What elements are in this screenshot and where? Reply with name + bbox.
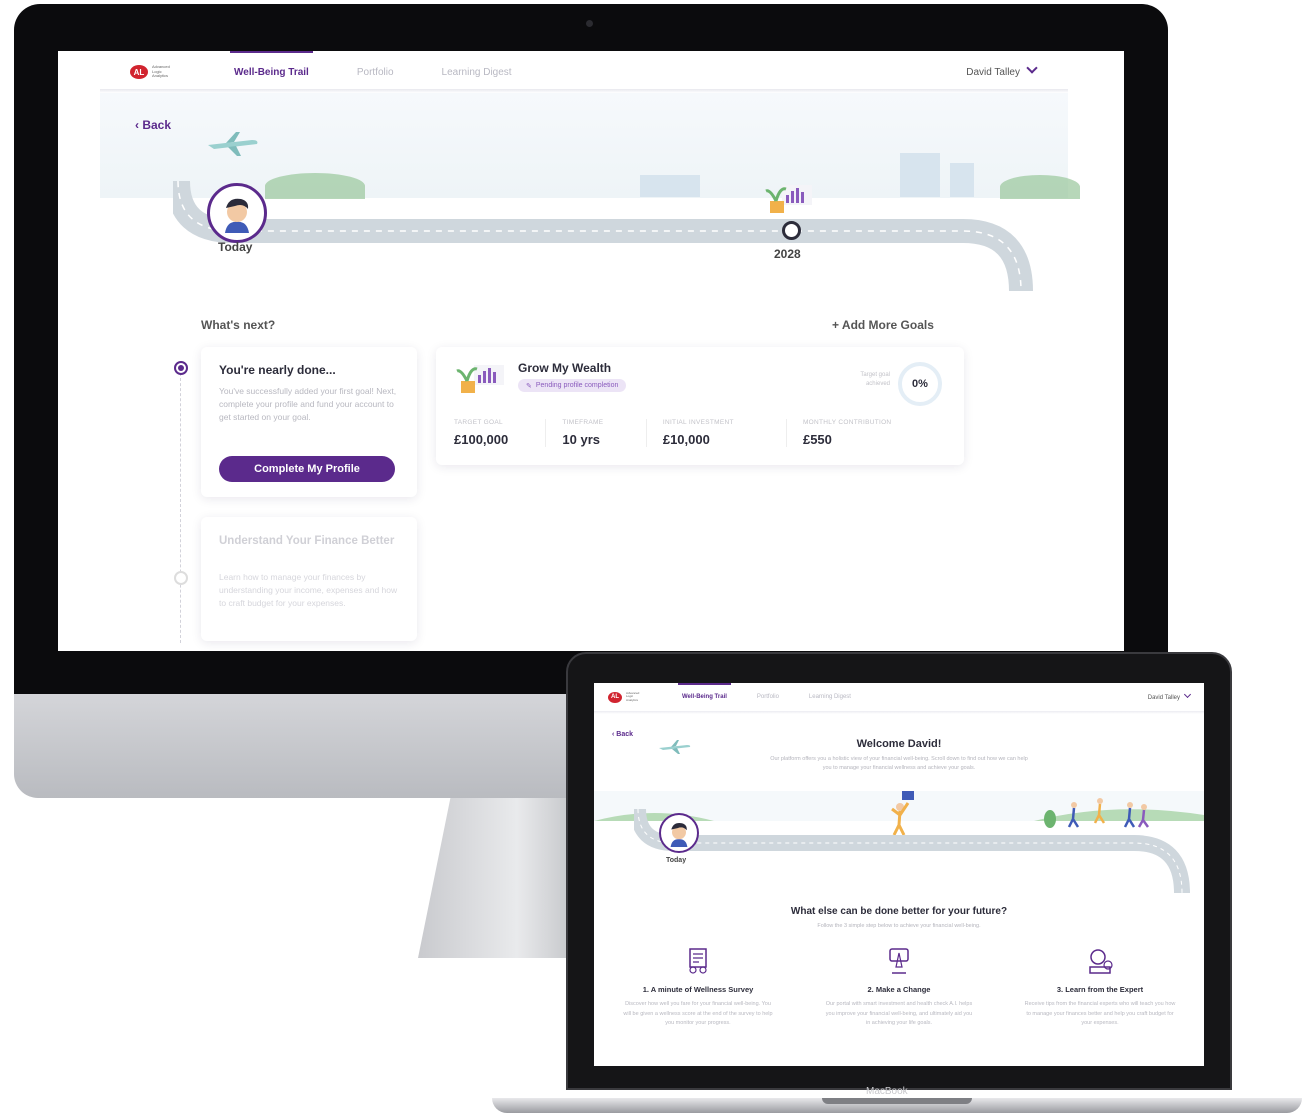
camera (586, 20, 593, 27)
stat-label: TIMEFRAME (562, 419, 604, 426)
step-dot-active (174, 361, 188, 375)
expert-icon (1089, 949, 1113, 974)
back-label: Back (616, 731, 634, 738)
stat-label: TARGET GOAL (454, 419, 503, 426)
nav-divider (594, 711, 1204, 714)
top-nav: AL Advanced Logic Analytics Well-Being T… (608, 683, 1198, 711)
user-name: David Talley (966, 67, 1020, 78)
user-menu[interactable]: David Talley (966, 62, 1038, 78)
section-subtitle: Follow the 3 simple step below to achiev… (817, 923, 981, 929)
milestone-year: 2028 (774, 247, 801, 261)
section-title: What else can be done better for your fu… (790, 906, 1008, 917)
achieved-label: Target goal achieved (860, 372, 890, 387)
status-text: Pending profile completion (535, 382, 619, 389)
feature-icon-wrap (1020, 945, 1180, 975)
logo-mark: AL (130, 65, 148, 79)
tab-portfolio[interactable]: Portfolio (357, 67, 394, 78)
stat-target-goal: TARGET GOAL £100,000 (454, 419, 547, 447)
milestone-marker[interactable] (782, 221, 801, 240)
stat-initial-investment: INITIAL INVESTMENT £10,000 (663, 419, 787, 447)
edit-icon: ✎ (526, 382, 532, 390)
goal-card[interactable]: Grow My Wealth ✎ Pending profile complet… (436, 347, 964, 465)
change-icon (889, 948, 909, 974)
progress-ring: 0% (898, 362, 942, 406)
logo[interactable]: AL Advanced Logic Analytics (608, 691, 642, 703)
feature-learn-from-expert[interactable]: 3. Learn from the Expert Receive tips fr… (1020, 945, 1180, 1029)
today-label: Today (666, 857, 687, 864)
feature-icon-wrap (819, 945, 979, 975)
progress-value: 0% (912, 378, 928, 390)
feature-title: 2. Make a Change (867, 985, 931, 994)
logo-mark: AL (608, 691, 622, 703)
person-avatar-icon (670, 822, 688, 847)
whats-next-heading: What's next? (201, 318, 276, 332)
feature-title: 3. Learn from the Expert (1056, 985, 1144, 994)
add-more-goals-button[interactable]: + Add More Goals (832, 318, 934, 332)
trail-road (173, 181, 1033, 292)
stat-value: 10 yrs (562, 432, 600, 447)
feature-title: 1. A minute of Wellness Survey (642, 985, 754, 994)
goal-title: Grow My Wealth (518, 361, 612, 375)
stat-value: £550 (802, 432, 832, 447)
feature-body: Our portal with smart investment and hea… (825, 1001, 973, 1026)
back-link[interactable]: ‹ Back (612, 731, 633, 738)
desktop-screen: AL Advanced Logic Analytics Well-Being T… (58, 51, 1124, 651)
tab-learning-digest[interactable]: Learning Digest (809, 694, 851, 700)
step-body: Learn how to manage your finances by und… (219, 572, 398, 608)
goal-chart-icon (765, 185, 812, 213)
laptop-screen: AL Advanced Logic Analytics Well-Being T… (594, 683, 1204, 1066)
stat-label: MONTHLY CONTRIBUTION (802, 419, 892, 426)
back-label: Back (142, 118, 172, 132)
step-dot-inactive (174, 571, 188, 585)
stat-label: INITIAL INVESTMENT (662, 419, 734, 426)
step-body: You've successfully added your first goa… (219, 386, 397, 422)
feature-icon-wrap (618, 945, 778, 975)
logo-text: Advanced Logic Analytics (152, 64, 170, 79)
tab-well-being-trail[interactable]: Well-Being Trail (230, 51, 313, 78)
trail-road (634, 809, 1190, 894)
macbook-notch (822, 1098, 972, 1104)
nav-divider (100, 89, 1068, 93)
feature-make-a-change[interactable]: 2. Make a Change Our portal with smart i… (819, 945, 979, 1029)
avatar (659, 813, 699, 853)
stat-timeframe: TIMEFRAME 10 yrs (562, 419, 647, 447)
stat-value: £100,000 (454, 432, 509, 447)
step-title: Understand Your Finance Better (219, 535, 395, 547)
tab-well-being-trail[interactable]: Well-Being Trail (678, 683, 731, 700)
user-menu[interactable]: David Talley (1147, 690, 1192, 701)
logo[interactable]: AL Advanced Logic Analytics (130, 65, 174, 79)
feature-body: Discover how well you fare for your fina… (623, 1001, 773, 1026)
back-link[interactable]: ‹ Back (135, 118, 171, 132)
person-avatar-icon (225, 198, 249, 233)
status-badge: ✎ Pending profile completion (518, 379, 627, 392)
stat-value: £10,000 (662, 432, 710, 447)
welcome-title: Welcome David! (856, 738, 942, 750)
logo-text: Advanced Logic Analytics (626, 691, 640, 702)
welcome-text: Our platform offers you a holistic view … (770, 756, 1028, 771)
wealth-growth-icon (456, 365, 504, 393)
step-card-complete-profile: You're nearly done... You've successfull… (201, 347, 417, 497)
feature-wellness-survey[interactable]: 1. A minute of Wellness Survey Discover … (618, 945, 778, 1029)
step-card-understand-finance[interactable]: Understand Your Finance Better Learn how… (201, 517, 417, 641)
tab-portfolio[interactable]: Portfolio (757, 694, 779, 700)
survey-icon (689, 948, 707, 974)
tab-learning-digest[interactable]: Learning Digest (442, 67, 512, 78)
stat-monthly-contribution: MONTHLY CONTRIBUTION £550 (803, 419, 938, 447)
goal-stats: TARGET GOAL £100,000 TIMEFRAME 10 yrs IN… (454, 419, 954, 447)
complete-profile-button[interactable]: Complete My Profile (219, 456, 395, 482)
top-nav: AL Advanced Logic Analytics Well-Being T… (130, 51, 1070, 87)
feature-body: Receive tips from the financial experts … (1024, 1001, 1176, 1026)
steps-timeline (180, 373, 181, 643)
airplane-icon (208, 132, 258, 156)
device-label: MacBook (866, 1086, 908, 1097)
user-name: David Talley (1147, 695, 1180, 701)
avatar (207, 183, 267, 243)
today-label: Today (218, 240, 253, 254)
step-title: You're nearly done... (219, 363, 336, 377)
